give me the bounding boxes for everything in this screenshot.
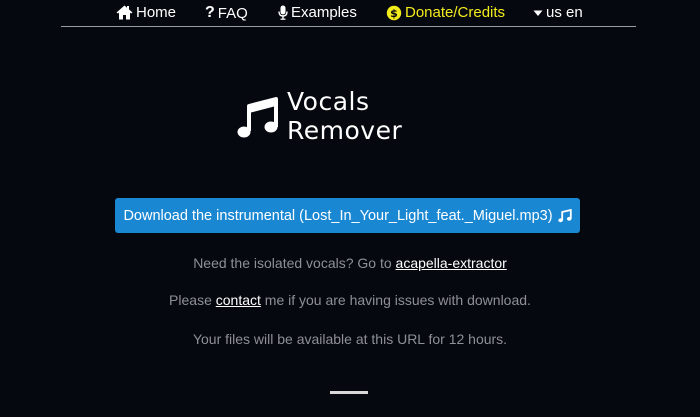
money-icon: $ (386, 5, 402, 21)
nav-examples-link[interactable]: Examples (278, 4, 357, 21)
nav-faq-label: FAQ (217, 4, 248, 22)
music-note-icon (236, 95, 280, 146)
contact-text: Please contact me if you are having issu… (0, 292, 700, 308)
nav-faq-link[interactable]: ? FAQ (205, 4, 248, 22)
nav-examples-label: Examples (291, 4, 357, 21)
isolated-vocals-text: Need the isolated vocals? Go to acapella… (0, 255, 700, 271)
download-button-label: Download the instrumental (Lost_In_Your_… (123, 207, 553, 224)
contact-link[interactable]: contact (216, 292, 261, 308)
logo-text: Vocals Remover (287, 87, 402, 145)
nav-home-link[interactable]: Home (116, 4, 176, 21)
home-icon (116, 5, 133, 20)
bottom-divider (330, 391, 368, 394)
top-nav: Home ? FAQ Examples $ Donate/Credits us … (61, 0, 636, 27)
language-label: us en (546, 4, 583, 21)
acapella-extractor-link[interactable]: acapella-extractor (396, 255, 507, 271)
microphone-icon (278, 5, 288, 20)
download-instrumental-button[interactable]: Download the instrumental (Lost_In_Your_… (115, 198, 580, 233)
language-selector[interactable]: us en (533, 4, 583, 21)
contact-prefix: Please (169, 292, 216, 308)
page: Home ? FAQ Examples $ Donate/Credits us … (0, 0, 700, 417)
vocals-remover-logo[interactable]: Vocals Remover (236, 87, 446, 147)
music-note-icon (557, 208, 572, 223)
contact-suffix: me if you are having issues with downloa… (260, 292, 531, 308)
isolated-vocals-prefix: Need the isolated vocals? Go to (193, 255, 396, 271)
nav-home-label: Home (136, 4, 177, 21)
logo-line-2: Remover (287, 116, 403, 145)
question-icon: ? (205, 4, 215, 21)
nav-donate-label: Donate/Credits (405, 4, 506, 21)
caret-down-icon (533, 9, 543, 17)
nav-donate-link[interactable]: $ Donate/Credits (386, 4, 505, 21)
availability-text: Your files will be available at this URL… (192, 331, 508, 347)
logo-line-1: Vocals (287, 87, 370, 116)
svg-text:$: $ (390, 7, 398, 20)
